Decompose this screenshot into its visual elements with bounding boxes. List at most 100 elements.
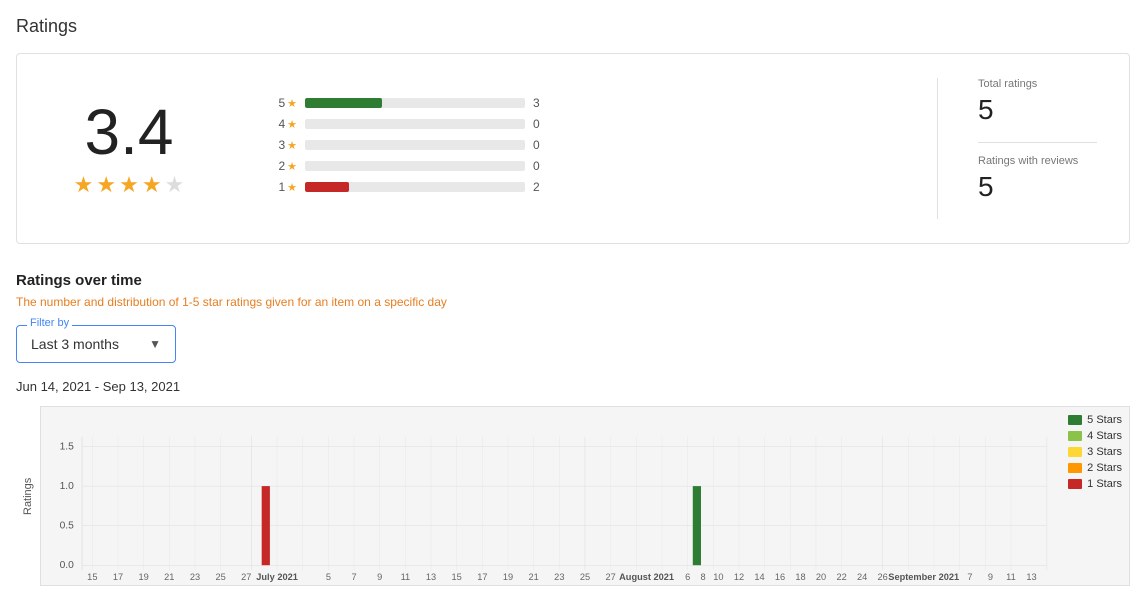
bar-label-4: 4 ★ — [269, 117, 297, 131]
svg-text:24: 24 — [857, 572, 867, 582]
filter-label: Filter by — [27, 317, 72, 329]
bar-row-1: 1 ★ 2 — [269, 180, 877, 194]
bar-track-4 — [305, 119, 525, 129]
bar-label-5: 5 ★ — [269, 96, 297, 110]
bars-section: 5 ★ 3 4 ★ 0 3 ★ — [209, 96, 937, 201]
total-ratings-value: 5 — [978, 94, 1097, 126]
svg-text:10: 10 — [713, 572, 723, 582]
legend-label-3stars: 3 Stars — [1087, 446, 1122, 458]
svg-text:11: 11 — [1006, 572, 1016, 582]
legend-label-4stars: 4 Stars — [1087, 430, 1122, 442]
totals-section: Total ratings 5 Ratings with reviews 5 — [937, 78, 1097, 219]
svg-text:16: 16 — [775, 572, 785, 582]
section-subtitle: The number and distribution of 1-5 star … — [16, 295, 1130, 309]
ratings-with-reviews-label: Ratings with reviews — [978, 155, 1097, 167]
svg-text:27: 27 — [606, 572, 616, 582]
ratings-with-reviews-value: 5 — [978, 171, 1097, 203]
star-5: ★ — [165, 172, 185, 198]
svg-text:9: 9 — [988, 572, 993, 582]
total-ratings-item: Total ratings 5 — [978, 78, 1097, 126]
star-3: ★ — [119, 172, 139, 198]
bar-row-2: 2 ★ 0 — [269, 159, 877, 173]
star-2: ★ — [96, 172, 116, 198]
bar-track-5 — [305, 98, 525, 108]
star-4: ★ — [142, 172, 162, 198]
svg-text:21: 21 — [164, 572, 174, 582]
legend-color-3stars — [1068, 447, 1082, 457]
bar-row-4: 4 ★ 0 — [269, 117, 877, 131]
bar-label-3: 3 ★ — [269, 138, 297, 152]
svg-text:August 2021: August 2021 — [619, 572, 674, 582]
avg-score-section: 3.4 ★ ★ ★ ★ ★ — [49, 100, 209, 198]
bar-5star-aug10 — [693, 486, 701, 565]
y-axis-label: Ratings — [16, 406, 40, 586]
bar-count-1: 2 — [533, 180, 553, 194]
svg-text:23: 23 — [190, 572, 200, 582]
bar-1star-july4 — [262, 486, 270, 565]
svg-text:15: 15 — [87, 572, 97, 582]
bar-fill-5 — [305, 98, 382, 108]
bar-track-1 — [305, 182, 525, 192]
svg-text:0.0: 0.0 — [60, 560, 75, 571]
svg-text:7: 7 — [967, 572, 972, 582]
section-title: Ratings over time — [16, 272, 1130, 289]
page-title: Ratings — [16, 16, 1130, 37]
date-range: Jun 14, 2021 - Sep 13, 2021 — [16, 379, 1130, 394]
svg-text:7: 7 — [351, 572, 356, 582]
svg-text:13: 13 — [426, 572, 436, 582]
svg-text:5: 5 — [326, 572, 331, 582]
bar-row-5: 5 ★ 3 — [269, 96, 877, 110]
bar-count-3: 0 — [533, 138, 553, 152]
chart-container: 1.5 1.0 0.5 0.0 15 17 19 21 23 25 27 Jul… — [40, 406, 1130, 586]
filter-dropdown[interactable]: Filter by Last 3 months ▼ — [16, 325, 176, 363]
svg-text:0.5: 0.5 — [60, 521, 75, 532]
svg-text:17: 17 — [477, 572, 487, 582]
legend-2stars: 2 Stars — [1068, 462, 1122, 474]
svg-text:8: 8 — [700, 572, 705, 582]
svg-text:21: 21 — [529, 572, 539, 582]
chart-legend: 5 Stars 4 Stars 3 Stars 2 Stars 1 Stars — [1068, 414, 1122, 490]
svg-text:9: 9 — [377, 572, 382, 582]
over-time-section: Ratings over time The number and distrib… — [16, 272, 1130, 586]
svg-text:14: 14 — [754, 572, 764, 582]
svg-text:27: 27 — [241, 572, 251, 582]
svg-text:20: 20 — [816, 572, 826, 582]
svg-text:11: 11 — [401, 572, 411, 582]
svg-text:25: 25 — [215, 572, 225, 582]
bar-row-3: 3 ★ 0 — [269, 138, 877, 152]
bar-count-4: 0 — [533, 117, 553, 131]
legend-1star: 1 Stars — [1068, 478, 1122, 490]
ratings-summary-card: 3.4 ★ ★ ★ ★ ★ 5 ★ 3 4 ★ — [16, 53, 1130, 244]
legend-color-5stars — [1068, 415, 1082, 425]
legend-color-2stars — [1068, 463, 1082, 473]
svg-text:25: 25 — [580, 572, 590, 582]
svg-text:July 2021: July 2021 — [256, 572, 298, 582]
bar-count-5: 3 — [533, 96, 553, 110]
legend-label-1star: 1 Stars — [1087, 478, 1122, 490]
bar-fill-1 — [305, 182, 349, 192]
bar-track-2 — [305, 161, 525, 171]
bar-label-1: 1 ★ — [269, 180, 297, 194]
ratings-with-reviews-item: Ratings with reviews 5 — [978, 155, 1097, 203]
svg-text:26: 26 — [878, 572, 888, 582]
chevron-down-icon: ▼ — [149, 337, 161, 351]
legend-3stars: 3 Stars — [1068, 446, 1122, 458]
svg-text:13: 13 — [1026, 572, 1036, 582]
stars-row: ★ ★ ★ ★ ★ — [74, 172, 185, 198]
svg-text:1.0: 1.0 — [60, 481, 75, 492]
svg-text:6: 6 — [685, 572, 690, 582]
svg-text:23: 23 — [554, 572, 564, 582]
bar-track-3 — [305, 140, 525, 150]
bar-label-2: 2 ★ — [269, 159, 297, 173]
svg-text:September 2021: September 2021 — [888, 572, 959, 582]
svg-text:17: 17 — [113, 572, 123, 582]
legend-color-4stars — [1068, 431, 1082, 441]
svg-text:19: 19 — [503, 572, 513, 582]
svg-text:15: 15 — [452, 572, 462, 582]
total-ratings-label: Total ratings — [978, 78, 1097, 90]
svg-text:12: 12 — [734, 572, 744, 582]
filter-value: Last 3 months — [31, 336, 141, 352]
bar-count-2: 0 — [533, 159, 553, 173]
legend-label-2stars: 2 Stars — [1087, 462, 1122, 474]
svg-text:19: 19 — [139, 572, 149, 582]
